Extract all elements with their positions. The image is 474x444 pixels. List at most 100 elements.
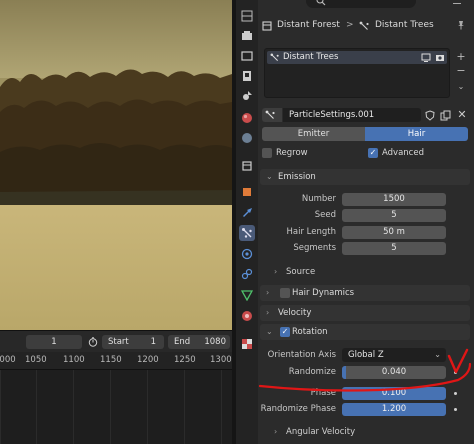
timeline-header: 1 Start 1 End 1080 — [0, 330, 232, 352]
hair-dynamics-checkbox[interactable] — [280, 288, 290, 298]
viewport-ground — [0, 205, 232, 330]
rotation-panel-header[interactable]: ⌄ ✓ Rotation — [260, 324, 470, 340]
chevron-down-icon: ⌄ — [266, 172, 273, 181]
breadcrumb-system: Distant Trees — [375, 20, 434, 30]
breadcrumb-separator: > — [346, 20, 354, 30]
segments-field[interactable]: 5 — [342, 242, 446, 255]
hair-length-label: Hair Length — [286, 227, 336, 237]
camera-icon[interactable] — [435, 53, 445, 62]
stopwatch-icon[interactable] — [88, 337, 98, 347]
grid-line — [221, 370, 222, 444]
hair-length-field[interactable]: 50 m — [342, 226, 446, 239]
randomize-phase-field[interactable]: 1.200 — [342, 403, 446, 416]
particles-icon — [359, 21, 369, 30]
current-frame-field[interactable]: 1 — [26, 335, 82, 349]
grid-line — [147, 370, 148, 444]
duplicate-icon[interactable] — [440, 110, 451, 121]
tool-tab-icon[interactable] — [239, 8, 255, 24]
menu-icon[interactable] — [453, 0, 461, 4]
number-field[interactable]: 1500 — [342, 193, 446, 206]
ruler-tick: 1150 — [100, 355, 122, 365]
ruler-tick: 1200 — [137, 355, 159, 365]
velocity-panel-header[interactable]: › Velocity — [260, 305, 470, 321]
end-label: End — [174, 337, 191, 347]
properties-editor: Distant Forest > Distant Trees Distant T… — [258, 0, 474, 444]
type-hair-button[interactable]: Hair — [365, 127, 468, 141]
chevron-right-icon: › — [274, 267, 278, 276]
seed-field[interactable]: 5 — [342, 209, 446, 222]
end-value: 1080 — [204, 337, 226, 347]
output-tab-icon[interactable] — [239, 48, 255, 64]
angular-velocity-subpanel-header[interactable]: › Angular Velocity — [268, 425, 418, 439]
search-icon — [316, 0, 326, 6]
texture-tab-icon[interactable] — [239, 336, 255, 352]
grid-line — [0, 370, 1, 444]
render-tab-icon[interactable] — [239, 28, 255, 44]
unlink-icon[interactable]: ✕ — [456, 108, 468, 121]
constraints-tab-icon[interactable] — [239, 266, 255, 282]
start-frame-field[interactable]: Start 1 — [102, 335, 164, 349]
world-tab-icon[interactable] — [239, 110, 255, 126]
source-title: Source — [286, 267, 316, 277]
timeline-ruler[interactable]: 1000 1050 1100 1150 1200 1250 1300 — [0, 352, 232, 370]
pin-icon[interactable] — [456, 20, 466, 30]
end-frame-field[interactable]: End 1080 — [168, 335, 230, 349]
object-tab-icon[interactable] — [239, 184, 255, 200]
settings-name-field[interactable]: ParticleSettings.001 — [283, 108, 421, 122]
angular-velocity-title: Angular Velocity — [286, 427, 356, 437]
settings-browse-button[interactable] — [262, 108, 282, 122]
regrow-label: Regrow — [276, 148, 308, 158]
particles-tab-icon[interactable] — [239, 225, 255, 241]
material-tab-icon[interactable] — [239, 308, 255, 324]
breadcrumb-object: Distant Forest — [277, 20, 340, 30]
emission-panel-header[interactable]: ⌄ Emission — [260, 169, 470, 185]
segments-label: Segments — [293, 243, 336, 253]
remove-slot-icon[interactable]: − — [456, 65, 466, 76]
randomize-phase-label: Randomize Phase — [260, 404, 336, 414]
object-icon — [262, 21, 272, 31]
keyframe-dot-icon[interactable] — [454, 408, 457, 411]
hair-dynamics-title: Hair Dynamics — [292, 288, 355, 298]
collection-tab-icon[interactable] — [239, 130, 255, 146]
view-layer-tab-icon[interactable] — [239, 68, 255, 84]
list-item[interactable]: Distant Trees — [267, 51, 447, 64]
scene-tab-icon[interactable] — [239, 88, 255, 104]
chevron-right-icon: › — [266, 288, 270, 297]
hair-dynamics-panel-header[interactable]: › Hair Dynamics — [260, 285, 470, 301]
data-tab-icon[interactable] — [239, 287, 255, 303]
source-subpanel-header[interactable]: › Source — [268, 265, 418, 279]
particles-icon — [270, 53, 279, 62]
modifier-tab-icon[interactable] — [239, 204, 255, 220]
timeline-body[interactable] — [0, 370, 232, 444]
seed-label: Seed — [314, 210, 336, 220]
rotation-title: Rotation — [292, 327, 328, 337]
3d-viewport[interactable] — [0, 0, 232, 330]
search-input[interactable] — [306, 0, 416, 8]
viewport-forest — [0, 69, 232, 210]
start-label: Start — [108, 337, 129, 347]
start-value: 1 — [150, 337, 156, 347]
number-label: Number — [301, 194, 336, 204]
chevron-right-icon: › — [274, 427, 278, 436]
list-item-label: Distant Trees — [283, 52, 339, 62]
ruler-tick: 1300 — [210, 355, 232, 365]
ruler-tick: 1000 — [0, 355, 16, 365]
regrow-checkbox[interactable] — [262, 148, 272, 158]
ruler-tick: 1100 — [63, 355, 85, 365]
add-slot-icon[interactable]: + — [456, 51, 466, 62]
type-emitter-button[interactable]: Emitter — [262, 127, 365, 141]
emission-title: Emission — [278, 172, 316, 182]
advanced-checkbox[interactable]: ✓ — [368, 148, 378, 158]
grid-line — [36, 370, 37, 444]
chevron-down-icon[interactable]: ⌄ — [456, 82, 466, 92]
velocity-title: Velocity — [278, 308, 312, 318]
rotation-checkbox[interactable]: ✓ — [280, 327, 290, 337]
chevron-right-icon: › — [266, 308, 270, 317]
grid-line — [184, 370, 185, 444]
viewport-display-icon[interactable] — [421, 53, 431, 62]
breadcrumb: Distant Forest > Distant Trees — [262, 18, 462, 34]
object-box-tab-icon[interactable] — [239, 158, 255, 174]
fake-user-shield-icon[interactable] — [425, 110, 435, 121]
physics-tab-icon[interactable] — [239, 246, 255, 262]
particle-system-list[interactable]: Distant Trees — [264, 48, 450, 98]
